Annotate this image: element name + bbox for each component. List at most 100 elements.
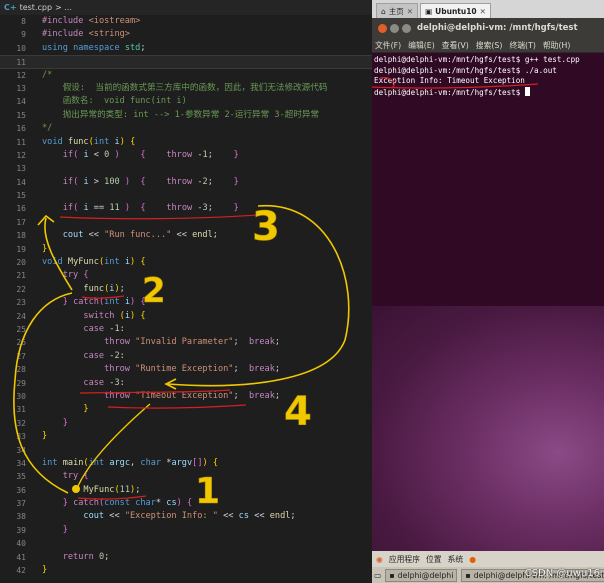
code-line[interactable]: 31 } bbox=[0, 403, 372, 416]
code-text[interactable]: } bbox=[42, 403, 88, 416]
code-text[interactable]: cout << "Exception Info: " << cs << endl… bbox=[42, 510, 295, 523]
code-area[interactable]: 8 #include <iostream> 9 #include <string> 10… bbox=[0, 15, 372, 577]
code-line[interactable]: 24 switch (i) { bbox=[0, 310, 372, 323]
close-icon[interactable]: ✕ bbox=[480, 7, 486, 16]
taskbar-button[interactable]: ▪ delphi@delphi bbox=[385, 568, 458, 582]
code-text[interactable]: try { bbox=[42, 470, 89, 483]
close-icon[interactable]: ✕ bbox=[407, 7, 413, 16]
code-text[interactable]: if( i > 100 ) { throw -2; } bbox=[42, 176, 239, 189]
terminal-output[interactable]: delphi@delphi-vm:/mnt/hgfs/test$ g++ tes… bbox=[372, 53, 604, 288]
code-text[interactable]: 抛出异常的类型: int --> 1-参数异常 2-运行异常 3-超时异常 bbox=[42, 109, 319, 122]
code-text[interactable]: } bbox=[42, 524, 68, 537]
code-line[interactable]: 14 if( i > 100 ) { throw -2; } bbox=[0, 176, 372, 189]
terminal-menu-item[interactable]: 搜索(S) bbox=[476, 40, 503, 51]
code-line[interactable]: 19} bbox=[0, 243, 372, 256]
code-line[interactable]: 25 case -1: bbox=[0, 323, 372, 336]
code-text[interactable]: if( i == 11 ) { throw -3; } bbox=[42, 202, 239, 215]
code-line[interactable]: 42} bbox=[0, 564, 372, 577]
code-text[interactable]: using namespace std; bbox=[42, 42, 146, 55]
code-text[interactable]: if( i < 0 ) { throw -1; } bbox=[42, 149, 239, 162]
code-text[interactable]: func(i); bbox=[42, 283, 124, 296]
terminal-menu-item[interactable]: 终端(T) bbox=[509, 40, 535, 51]
code-line[interactable]: 12 if( i < 0 ) { throw -1; } bbox=[0, 149, 372, 162]
code-text[interactable]: try { bbox=[42, 269, 89, 282]
code-text[interactable]: throw "Runtime Exception"; break; bbox=[42, 363, 280, 376]
code-text[interactable]: int main(int argc, char *argv[]) { bbox=[42, 457, 218, 470]
code-line[interactable]: 11 void func(int i) { bbox=[0, 136, 372, 149]
code-line[interactable]: 41 return 0; bbox=[0, 551, 372, 564]
vm-tab-home[interactable]: ⌂ 主页 ✕ bbox=[376, 3, 419, 18]
code-line[interactable]: 13 假设: 当前的函数式第三方库中的函数，因此，我们无法修改源代码 bbox=[0, 82, 372, 95]
code-text[interactable]: #include <iostream> bbox=[42, 15, 140, 28]
editor-breadcrumb[interactable]: > ... bbox=[55, 3, 72, 12]
code-text[interactable]: void MyFunc(int i) { bbox=[42, 256, 146, 269]
code-line[interactable]: 38 cout << "Exception Info: " << cs << e… bbox=[0, 510, 372, 523]
code-text[interactable]: switch (i) { bbox=[42, 310, 145, 323]
code-text[interactable]: case -1: bbox=[42, 323, 124, 336]
code-line[interactable]: 34 bbox=[0, 444, 372, 457]
terminal-menu-item[interactable]: 文件(F) bbox=[375, 40, 401, 51]
code-line[interactable]: 18 cout << "Run func..." << endl; bbox=[0, 229, 372, 242]
code-line[interactable]: 34 int main(int argc, char *argv[]) { bbox=[0, 457, 372, 470]
code-text[interactable]: void func(int i) { bbox=[42, 136, 135, 149]
panel-menu-item[interactable]: 系统 bbox=[448, 554, 464, 565]
code-line[interactable]: 23 } catch(int i) { bbox=[0, 296, 372, 309]
code-line[interactable]: 17 bbox=[0, 216, 372, 229]
code-line[interactable]: 35 try { bbox=[0, 470, 372, 483]
code-line[interactable]: 39 } bbox=[0, 524, 372, 537]
code-text[interactable]: } bbox=[42, 564, 47, 577]
panel-menu-item[interactable]: 应用程序 bbox=[389, 554, 420, 565]
code-text[interactable]: 假设: 当前的函数式第三方库中的函数，因此，我们无法修改源代码 bbox=[42, 82, 328, 95]
code-line[interactable]: 20 void MyFunc(int i) { bbox=[0, 256, 372, 269]
panel-menu-item[interactable]: 位置 bbox=[426, 554, 442, 565]
code-line[interactable]: 8 #include <iostream> bbox=[0, 15, 372, 28]
code-text[interactable]: MyFunc(11); bbox=[42, 484, 140, 497]
code-line[interactable]: 10 using namespace std; bbox=[0, 42, 372, 55]
code-line[interactable]: 16 */ bbox=[0, 122, 372, 135]
code-line[interactable]: 14 函数名: void func(int i) bbox=[0, 95, 372, 108]
code-text[interactable]: #include <string> bbox=[42, 28, 130, 41]
code-line[interactable]: 15 bbox=[0, 189, 372, 202]
minimize-window-icon[interactable] bbox=[390, 23, 399, 33]
close-window-icon[interactable] bbox=[378, 23, 387, 33]
code-line[interactable]: 9 #include <string> bbox=[0, 28, 372, 41]
code-line[interactable]: 13 bbox=[0, 162, 372, 175]
code-text[interactable]: return 0; bbox=[42, 551, 110, 564]
code-text[interactable]: } bbox=[42, 243, 47, 256]
code-line[interactable]: 15 抛出异常的类型: int --> 1-参数异常 2-运行异常 3-超时异常 bbox=[0, 109, 372, 122]
terminal-menu-item[interactable]: 查看(V) bbox=[442, 40, 469, 51]
code-line[interactable]: 16 if( i == 11 ) { throw -3; } bbox=[0, 202, 372, 215]
code-line[interactable]: 29 case -3: bbox=[0, 377, 372, 390]
code-text[interactable]: /* bbox=[42, 69, 52, 82]
code-line[interactable]: 11 bbox=[0, 55, 372, 69]
firefox-icon[interactable]: ● bbox=[469, 555, 476, 564]
show-desktop-icon[interactable]: ▭ bbox=[374, 571, 381, 580]
code-text[interactable]: throw "Timeout Exception"; break; bbox=[42, 390, 280, 403]
code-text[interactable]: case -2: bbox=[42, 350, 124, 363]
code-text[interactable]: throw "Invalid Parameter"; break; bbox=[42, 336, 280, 349]
code-text[interactable]: } bbox=[42, 417, 68, 430]
code-line[interactable]: 28 throw "Runtime Exception"; break; bbox=[0, 363, 372, 376]
code-line[interactable]: 32 } bbox=[0, 417, 372, 430]
editor-tab-filename[interactable]: test.cpp bbox=[20, 3, 52, 12]
code-editor[interactable]: C+ test.cpp > ... 8 #include <iostream> 9 #… bbox=[0, 0, 372, 583]
code-text[interactable]: case -3: bbox=[42, 377, 124, 390]
code-line[interactable]: 22 func(i); bbox=[0, 283, 372, 296]
code-line[interactable]: 27 case -2: bbox=[0, 350, 372, 363]
code-line[interactable]: 36 MyFunc(11); bbox=[0, 484, 372, 497]
code-text[interactable]: } catch(int i) { bbox=[42, 296, 146, 309]
code-line[interactable]: 33} bbox=[0, 430, 372, 443]
code-line[interactable]: 21 try { bbox=[0, 269, 372, 282]
terminal-menu-item[interactable]: 编辑(E) bbox=[408, 40, 435, 51]
maximize-window-icon[interactable] bbox=[402, 23, 411, 33]
code-line[interactable]: 26 throw "Invalid Parameter"; break; bbox=[0, 336, 372, 349]
code-text[interactable]: 函数名: void func(int i) bbox=[42, 95, 187, 108]
code-line[interactable]: 30 throw "Timeout Exception"; break; bbox=[0, 390, 372, 403]
ubuntu-logo-icon[interactable]: ◉ bbox=[376, 555, 383, 564]
code-text[interactable]: } catch(const char* cs) { bbox=[42, 497, 192, 510]
code-line[interactable]: 37 } catch(const char* cs) { bbox=[0, 497, 372, 510]
code-text[interactable]: cout << "Run func..." << endl; bbox=[42, 229, 218, 242]
code-text[interactable]: */ bbox=[42, 122, 52, 135]
terminal-menu-item[interactable]: 帮助(H) bbox=[543, 40, 571, 51]
code-line[interactable]: 12 /* bbox=[0, 69, 372, 82]
